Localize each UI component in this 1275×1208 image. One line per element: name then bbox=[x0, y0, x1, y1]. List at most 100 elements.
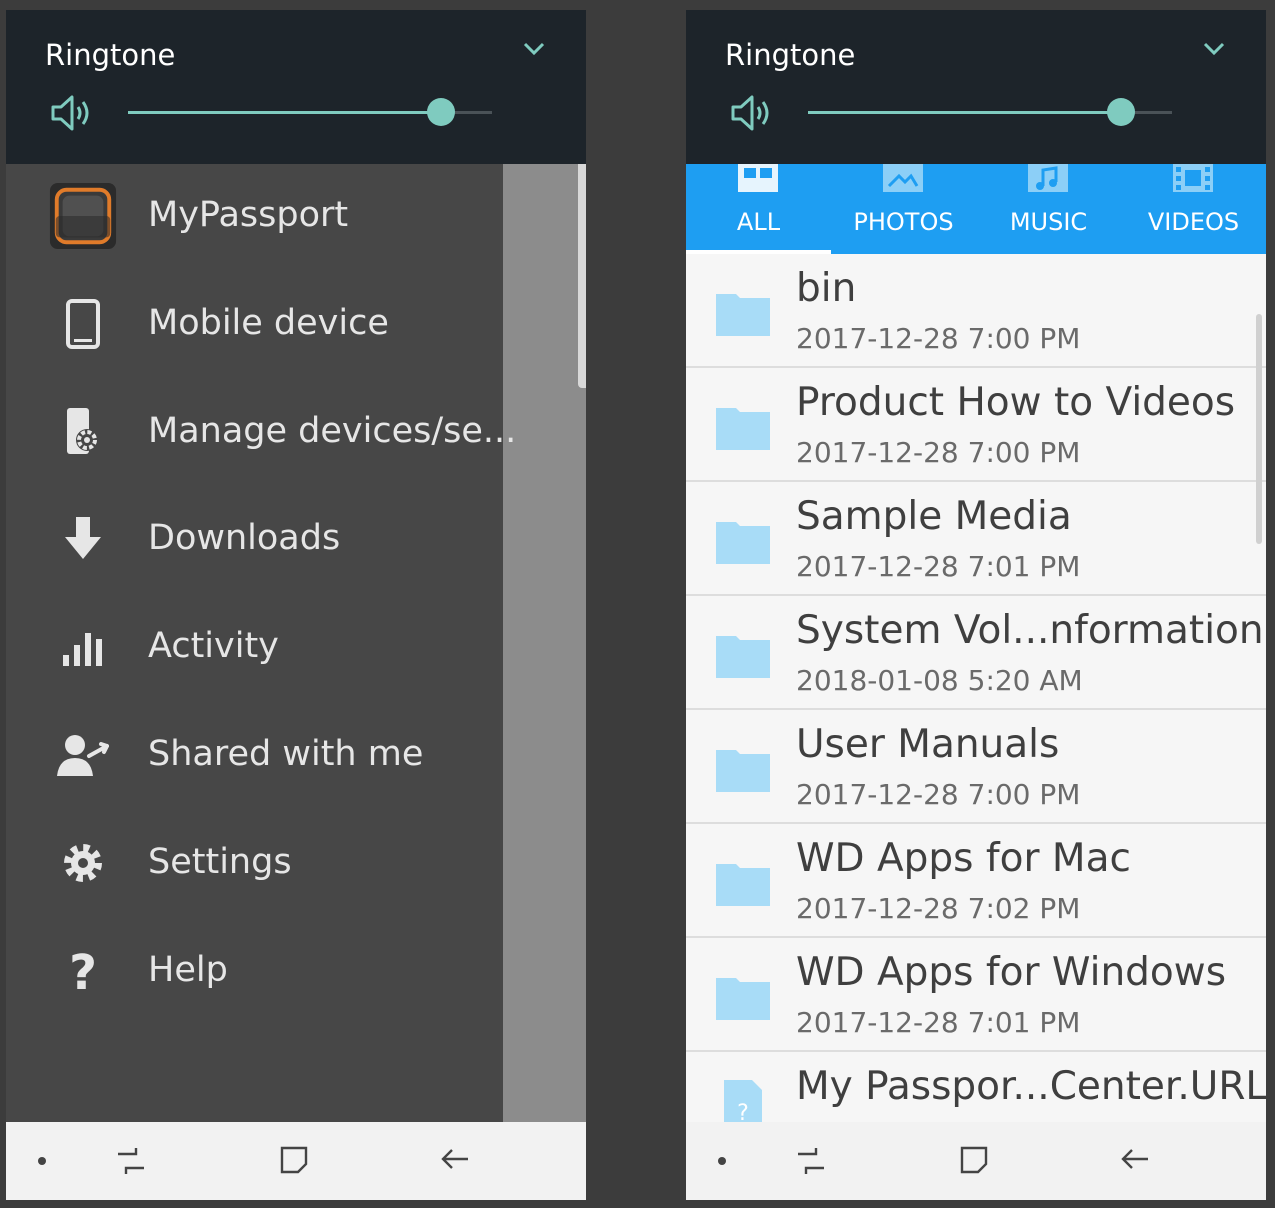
photo-icon bbox=[883, 164, 923, 192]
file-name: Product How to Videos bbox=[796, 380, 1236, 425]
tab-label: MUSIC bbox=[1009, 208, 1088, 236]
back-arrow-icon[interactable] bbox=[1120, 1144, 1150, 1174]
file-name: WD Apps for Windows bbox=[796, 950, 1227, 995]
drawer-item-label: Activity bbox=[148, 626, 279, 666]
file-list[interactable]: bin 2017-12-28 7:00 PM Product How to Vi… bbox=[686, 254, 1266, 1122]
drawer-item-label: Settings bbox=[148, 842, 292, 882]
volume-slider-thumb[interactable] bbox=[1107, 98, 1136, 126]
volume-slider-thumb[interactable] bbox=[427, 98, 456, 126]
dot-icon[interactable] bbox=[36, 1155, 48, 1167]
folder-icon bbox=[716, 864, 770, 906]
tab-label: PHOTOS bbox=[853, 208, 954, 236]
drawer-item-mypassport[interactable]: MyPassport bbox=[6, 164, 503, 264]
file-date: 2017-12-28 7:00 PM bbox=[796, 778, 1081, 811]
list-item[interactable]: User Manuals 2017-12-28 7:00 PM bbox=[686, 710, 1266, 824]
file-date: 2017-12-28 7:02 PM bbox=[796, 892, 1081, 925]
volume-title: Ringtone bbox=[725, 38, 856, 72]
list-item[interactable]: Product How to Videos 2017-12-28 7:00 PM bbox=[686, 368, 1266, 482]
list-item[interactable]: ? My Passpor...Center.URL bbox=[686, 1052, 1266, 1122]
activity-bars-icon bbox=[48, 615, 118, 679]
manage-devices-icon bbox=[48, 400, 118, 464]
drawer-item-label: Shared with me bbox=[148, 734, 424, 774]
file-date: 2017-12-28 7:00 PM bbox=[796, 436, 1081, 469]
volume-panel: Ringtone bbox=[6, 10, 586, 164]
left-phone-screen: MyPassport Mobile device Manage devices/… bbox=[6, 10, 586, 1200]
volume-slider-fill bbox=[128, 111, 442, 114]
mypassport-drive-icon bbox=[48, 182, 118, 250]
dot-icon[interactable] bbox=[716, 1155, 728, 1167]
drawer-item-label: MyPassport bbox=[148, 195, 349, 235]
list-item[interactable]: WD Apps for Windows 2017-12-28 7:01 PM bbox=[686, 938, 1266, 1052]
shared-user-icon bbox=[48, 723, 118, 787]
drawer-item-settings[interactable]: Settings bbox=[6, 811, 503, 911]
list-item[interactable]: WD Apps for Mac 2017-12-28 7:02 PM bbox=[686, 824, 1266, 938]
system-nav-bar bbox=[6, 1122, 586, 1200]
tab-label: VIDEOS bbox=[1147, 208, 1240, 236]
media-tabs: ALL PHOTOS MUSIC VIDEOS bbox=[686, 164, 1266, 254]
right-phone-screen: ALL PHOTOS MUSIC VIDEOS bin 2017-12-28 7… bbox=[686, 10, 1266, 1200]
svg-text:?: ? bbox=[69, 947, 97, 995]
file-name: Sample Media bbox=[796, 494, 1072, 539]
system-nav-bar bbox=[686, 1122, 1266, 1200]
tab-all[interactable]: ALL bbox=[686, 164, 831, 254]
file-name: My Passpor...Center.URL bbox=[796, 1064, 1266, 1109]
list-item[interactable]: System Vol...nformation 2018-01-08 5:20 … bbox=[686, 596, 1266, 710]
drawer-item-label: Downloads bbox=[148, 518, 341, 558]
home-square-icon[interactable] bbox=[278, 1144, 310, 1176]
file-name: User Manuals bbox=[796, 722, 1060, 767]
speaker-icon[interactable] bbox=[50, 94, 94, 132]
folder-icon bbox=[716, 294, 770, 336]
volume-slider[interactable] bbox=[128, 98, 492, 126]
folder-icon bbox=[716, 978, 770, 1020]
tab-photos[interactable]: PHOTOS bbox=[831, 164, 976, 254]
volume-slider[interactable] bbox=[808, 98, 1172, 126]
file-date: 2017-12-28 7:00 PM bbox=[796, 322, 1081, 355]
drawer-scrim[interactable]: MyPassport Mobile device Manage devices/… bbox=[6, 164, 586, 1122]
tab-videos[interactable]: VIDEOS bbox=[1121, 164, 1266, 254]
drawer-item-label: Manage devices/se... bbox=[148, 411, 517, 451]
file-name: System Vol...nformation bbox=[796, 608, 1264, 653]
folder-icon bbox=[716, 522, 770, 564]
chevron-down-icon[interactable] bbox=[521, 38, 547, 60]
drawer-item-activity[interactable]: Activity bbox=[6, 595, 503, 695]
file-date: 2018-01-08 5:20 AM bbox=[796, 664, 1083, 697]
tab-label: ALL bbox=[736, 208, 781, 236]
download-arrow-icon bbox=[48, 507, 118, 571]
drawer-item-help[interactable]: ? Help bbox=[6, 919, 503, 1019]
drawer-item-shared-with-me[interactable]: Shared with me bbox=[6, 703, 503, 803]
list-scrollbar[interactable] bbox=[1256, 314, 1262, 544]
help-question-icon: ? bbox=[48, 939, 118, 1003]
file-name: WD Apps for Mac bbox=[796, 836, 1131, 881]
folder-icon bbox=[716, 636, 770, 678]
volume-slider-fill bbox=[808, 111, 1122, 114]
drawer-item-label: Help bbox=[148, 950, 228, 990]
folder-icon bbox=[716, 408, 770, 450]
music-icon bbox=[1028, 164, 1068, 192]
folder-icon bbox=[716, 750, 770, 792]
unknown-file-icon: ? bbox=[724, 1080, 762, 1122]
file-date: 2017-12-28 7:01 PM bbox=[796, 550, 1081, 583]
svg-text:?: ? bbox=[737, 1101, 749, 1122]
tab-music[interactable]: MUSIC bbox=[976, 164, 1121, 254]
content-scrollbar[interactable] bbox=[578, 158, 586, 388]
speaker-icon[interactable] bbox=[730, 94, 774, 132]
drawer-item-mobile-device[interactable]: Mobile device bbox=[6, 272, 503, 372]
recent-apps-icon[interactable] bbox=[796, 1144, 826, 1176]
list-item[interactable]: bin 2017-12-28 7:00 PM bbox=[686, 254, 1266, 368]
gear-icon bbox=[48, 831, 118, 895]
volume-title: Ringtone bbox=[45, 38, 176, 72]
file-date: 2017-12-28 7:01 PM bbox=[796, 1006, 1081, 1039]
home-square-icon[interactable] bbox=[958, 1144, 990, 1176]
mobile-device-icon bbox=[48, 292, 118, 356]
grid-icon bbox=[738, 164, 778, 192]
drawer-item-downloads[interactable]: Downloads bbox=[6, 487, 503, 587]
drawer-item-manage-devices[interactable]: Manage devices/se... bbox=[6, 380, 516, 480]
back-arrow-icon[interactable] bbox=[440, 1144, 470, 1174]
recent-apps-icon[interactable] bbox=[116, 1144, 146, 1176]
file-name: bin bbox=[796, 266, 857, 311]
volume-panel: Ringtone bbox=[686, 10, 1266, 164]
nav-drawer: MyPassport Mobile device Manage devices/… bbox=[6, 164, 516, 1122]
drawer-item-label: Mobile device bbox=[148, 303, 389, 343]
chevron-down-icon[interactable] bbox=[1201, 38, 1227, 60]
list-item[interactable]: Sample Media 2017-12-28 7:01 PM bbox=[686, 482, 1266, 596]
